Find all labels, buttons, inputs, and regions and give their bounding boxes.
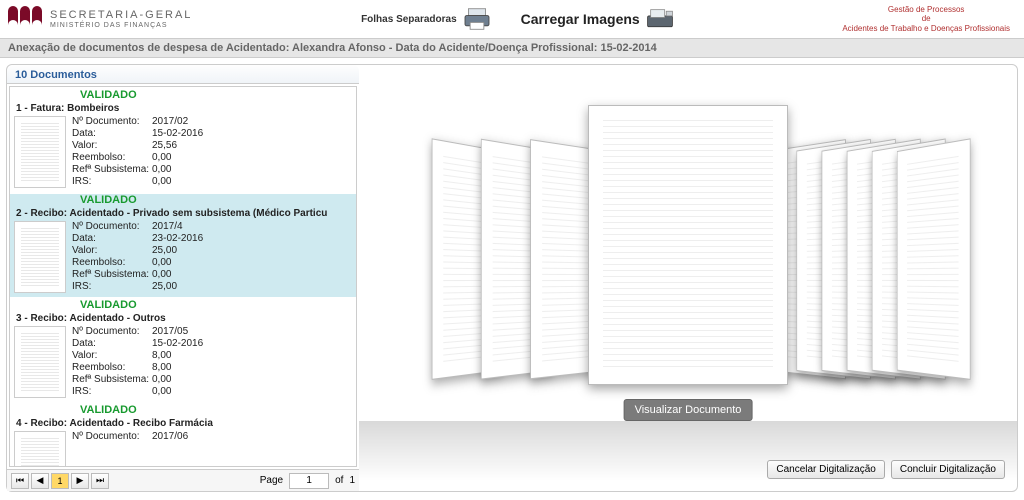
doc-thumbnail[interactable] — [14, 116, 66, 188]
documents-panel: 10 Documentos VALIDADO 1 - Fatura: Bombe… — [7, 65, 359, 491]
panel-title: 10 Documentos — [7, 65, 359, 84]
page-of-label: of — [335, 475, 343, 486]
doc-status: VALIDADO — [80, 299, 352, 311]
scanner-icon[interactable] — [646, 7, 674, 31]
page-thumb-center[interactable] — [588, 105, 788, 385]
page-last-button[interactable]: ⏭ — [91, 473, 109, 489]
doc-thumbnail[interactable] — [14, 431, 66, 466]
app-title-line2: de — [842, 14, 1010, 24]
coverflow[interactable] — [359, 65, 1017, 491]
doc-item[interactable]: VALIDADO 2 - Recibo: Acidentado - Privad… — [10, 194, 356, 297]
header-center: Folhas Separadoras Carregar Imagens — [361, 7, 674, 31]
app-title-line3: Acidentes de Trabalho e Doenças Profissi… — [842, 24, 1010, 34]
printer-icon[interactable] — [463, 7, 491, 31]
doc-list: VALIDADO 1 - Fatura: Bombeiros Nº Docume… — [9, 86, 357, 467]
page-next-button[interactable]: ▶ — [71, 473, 89, 489]
header-right: Gestão de Processos de Acidentes de Trab… — [842, 5, 1016, 34]
doc-thumbnail[interactable] — [14, 221, 66, 293]
page-thumb-right-6[interactable] — [897, 138, 971, 380]
page-subtitle: Anexação de documentos de despesa de Aci… — [0, 38, 1024, 58]
viewer-panel: Visualizar Documento — [359, 65, 1017, 491]
paginator: ⏮ ◀ 1 ▶ ⏭ Page of 1 — [7, 469, 359, 491]
doc-status: VALIDADO — [80, 194, 352, 206]
doc-fields: Nº Documento:2017/05 Data:15-02-2016Valo… — [72, 326, 272, 398]
footer-actions: Cancelar Digitalização Concluir Digitali… — [767, 460, 1005, 479]
doc-item[interactable]: VALIDADO 4 - Recibo: Acidentado - Recibo… — [10, 404, 356, 466]
app-header: SECRETARIA-GERAL MINISTÉRIO DAS FINANÇAS… — [0, 0, 1024, 38]
doc-fields: Nº Documento:2017/4 Data:23-02-2016Valor… — [72, 221, 272, 293]
visualizar-button[interactable]: Visualizar Documento — [624, 399, 753, 421]
doc-title: 3 - Recibo: Acidentado - Outros — [16, 313, 352, 324]
doc-fields: Nº Documento:2017/02 Data:15-02-2016Valo… — [72, 116, 272, 188]
page-label: Page — [260, 475, 283, 486]
page-total: 1 — [349, 475, 355, 486]
doc-fields: Nº Documento:2017/06 Data:05-02-2016 — [72, 431, 272, 466]
carregar-group[interactable]: Carregar Imagens — [521, 7, 674, 31]
page-1-button[interactable]: 1 — [51, 473, 69, 489]
doc-item[interactable]: VALIDADO 3 - Recibo: Acidentado - Outros… — [10, 299, 356, 402]
doc-list-scroll[interactable]: VALIDADO 1 - Fatura: Bombeiros Nº Docume… — [10, 87, 356, 466]
doc-title: 2 - Recibo: Acidentado - Privado sem sub… — [16, 208, 352, 219]
doc-title: 4 - Recibo: Acidentado - Recibo Farmácia — [16, 418, 352, 429]
page-prev-button[interactable]: ◀ — [31, 473, 49, 489]
carregar-label: Carregar Imagens — [521, 11, 640, 27]
header-left: SECRETARIA-GERAL MINISTÉRIO DAS FINANÇAS — [8, 6, 192, 32]
cancel-button[interactable]: Cancelar Digitalização — [767, 460, 885, 479]
doc-status: VALIDADO — [80, 404, 352, 416]
logo-icon — [8, 6, 42, 32]
doc-thumbnail[interactable] — [14, 326, 66, 398]
org-name-block: SECRETARIA-GERAL MINISTÉRIO DAS FINANÇAS — [50, 9, 192, 30]
org-subtitle: MINISTÉRIO DAS FINANÇAS — [50, 22, 192, 30]
doc-status: VALIDADO — [80, 89, 352, 101]
folhas-label: Folhas Separadoras — [361, 14, 457, 25]
doc-title: 1 - Fatura: Bombeiros — [16, 103, 352, 114]
finish-button[interactable]: Concluir Digitalização — [891, 460, 1005, 479]
app-title-line1: Gestão de Processos — [842, 5, 1010, 15]
doc-item[interactable]: VALIDADO 1 - Fatura: Bombeiros Nº Docume… — [10, 89, 356, 192]
main-area: 10 Documentos VALIDADO 1 - Fatura: Bombe… — [6, 64, 1018, 492]
page-first-button[interactable]: ⏮ — [11, 473, 29, 489]
page-input[interactable] — [289, 473, 329, 489]
org-name: SECRETARIA-GERAL — [50, 9, 192, 21]
folhas-group[interactable]: Folhas Separadoras — [361, 7, 491, 31]
